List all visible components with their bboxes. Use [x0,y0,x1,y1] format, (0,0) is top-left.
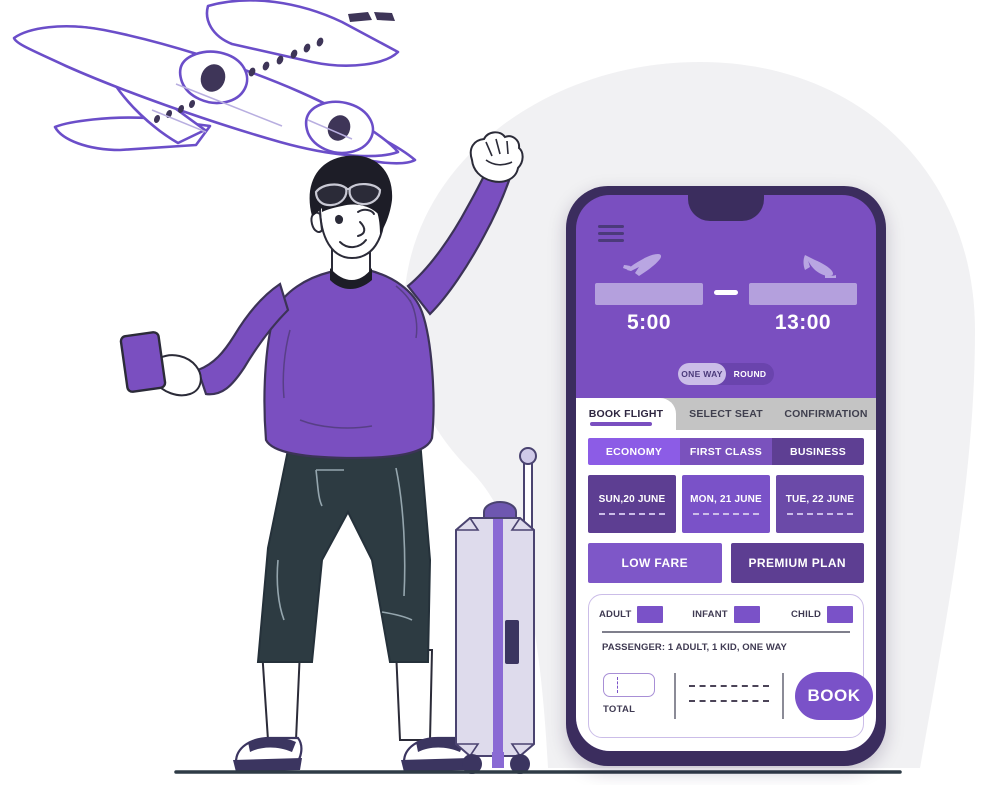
phone-mockup: 5:00 13:00 ONE WAY ROUND BOOK FLIGHT SEL… [566,186,886,766]
premium-plan-button[interactable]: PREMIUM PLAN [730,543,864,583]
total-field[interactable] [603,673,655,697]
passenger-adult-field[interactable] [637,605,664,623]
arrival-field[interactable] [749,283,857,305]
total-group: TOTAL [603,673,665,715]
departure-field[interactable] [595,283,703,305]
booking-panel: ECONOMY FIRST CLASS BUSINESS SUN,20 JUNE… [576,430,876,751]
illustration-stage: 5:00 13:00 ONE WAY ROUND BOOK FLIGHT SEL… [0,0,1000,785]
book-button[interactable]: BOOK [795,672,873,720]
departure-leg: 5:00 [595,253,703,335]
date-card-3-label: TUE, 22 JUNE [785,493,855,505]
date-card-2-dashes [693,512,759,515]
toggle-one-way[interactable]: ONE WAY [678,363,726,385]
arrival-leg: 13:00 [749,253,857,335]
passenger-infant[interactable]: INFANT [684,605,769,623]
passenger-divider [602,631,850,633]
passenger-type-row: ADULT INFANT CHILD [599,604,854,624]
toggle-round[interactable]: ROUND [726,363,774,385]
tab-confirmation[interactable]: CONFIRMATION [776,398,876,430]
passenger-summary: PASSENGER: 1 ADULT, 1 KID, ONE WAY [602,642,787,653]
passenger-infant-field[interactable] [733,605,760,623]
passenger-child-field[interactable] [827,605,854,623]
total-divider-left [674,673,676,719]
tab-book-flight[interactable]: BOOK FLIGHT [576,398,676,430]
cabin-class-economy[interactable]: ECONOMY [588,438,680,465]
passenger-child-label: CHILD [790,608,822,620]
date-card-3-dashes [787,512,853,515]
date-card-1[interactable]: SUN,20 JUNE [588,475,676,533]
date-card-2[interactable]: MON, 21 JUNE [682,475,770,533]
trip-type-toggle[interactable]: ONE WAY ROUND [678,363,774,385]
price-placeholder-lines [689,685,769,715]
date-row: SUN,20 JUNE MON, 21 JUNE TUE, 22 JUNE [588,475,864,533]
passenger-child[interactable]: CHILD [768,605,854,623]
passenger-infant-label: INFANT [692,608,728,620]
low-fare-button[interactable]: LOW FARE [588,543,722,583]
passenger-adult-label: ADULT [599,608,632,620]
total-label: TOTAL [603,704,636,715]
cabin-class-row: ECONOMY FIRST CLASS BUSINESS [588,438,864,465]
total-divider-right [782,673,784,719]
date-card-1-label: SUN,20 JUNE [598,493,666,505]
leg-separator [714,290,738,295]
tab-select-seat[interactable]: SELECT SEAT [676,398,776,430]
tab-book-flight-label: BOOK FLIGHT [588,408,664,420]
passenger-card: ADULT INFANT CHILD PASSENGER: 1 ADULT, 1… [588,594,873,738]
departure-time: 5:00 [626,311,672,334]
phone-notch [688,195,764,221]
phone-screen: 5:00 13:00 ONE WAY ROUND BOOK FLIGHT SEL… [576,195,876,751]
tab-bar: BOOK FLIGHT SELECT SEAT CONFIRMATION [576,398,876,430]
date-card-2-label: MON, 21 JUNE [690,493,762,505]
passenger-adult[interactable]: ADULT [599,605,684,623]
cabin-class-first[interactable]: FIRST CLASS [680,438,772,465]
arrival-time: 13:00 [774,311,832,334]
hamburger-menu-icon[interactable] [598,225,624,246]
flight-header: 5:00 13:00 [576,253,876,353]
plane-landing-icon [795,253,857,283]
date-card-3[interactable]: TUE, 22 JUNE [776,475,864,533]
total-row: TOTAL BOOK [589,667,873,735]
date-card-1-dashes [599,512,665,515]
fare-row: LOW FARE PREMIUM PLAN [588,543,864,583]
tab-active-underline [590,422,652,426]
plane-takeoff-icon [621,253,703,283]
cabin-class-business[interactable]: BUSINESS [772,438,864,465]
